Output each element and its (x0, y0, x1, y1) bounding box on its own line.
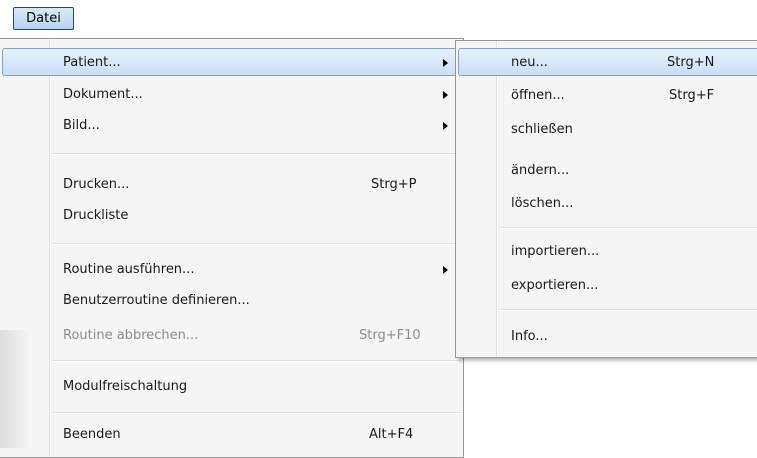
menu-item-modulfreischaltung[interactable]: Modulfreischaltung (2, 372, 461, 400)
menu-item-druckliste[interactable]: Druckliste (2, 201, 461, 229)
menu-separator (52, 412, 461, 414)
menu-bar: Datei (0, 0, 757, 40)
submenu-arrow-icon (443, 266, 448, 274)
menu-item-beenden-shortcut: Alt+F4 (369, 427, 414, 442)
submenu-item-oeffnen-label: öffnen... (511, 88, 565, 103)
submenu-arrow-icon (443, 122, 448, 130)
menu-item-drucken-label: Drucken... (63, 177, 130, 192)
submenu-item-exportieren-label: exportieren... (511, 278, 599, 293)
menu-item-routine-abbrechen-label: Routine abbrechen... (63, 328, 199, 343)
submenu-item-exportieren[interactable]: exportieren... (458, 271, 757, 299)
submenu-item-loeschen[interactable]: löschen... (458, 189, 757, 217)
submenu-item-neu-label: neu... (511, 55, 548, 70)
shadow-fade (0, 330, 30, 448)
patient-submenu: neu... Strg+N öffnen... Strg+F schließen… (455, 40, 757, 358)
submenu-item-schliessen[interactable]: schließen (458, 115, 757, 143)
menu-datei[interactable]: Datei (13, 7, 74, 30)
submenu-item-info[interactable]: Info... (458, 322, 757, 350)
submenu-item-schliessen-label: schließen (511, 122, 573, 137)
submenu-item-neu[interactable]: neu... Strg+N (458, 48, 757, 76)
submenu-item-oeffnen[interactable]: öffnen... Strg+F (458, 81, 757, 109)
menu-item-patient[interactable]: Patient... (2, 48, 461, 76)
menu-item-benutzerroutine[interactable]: Benutzerroutine definieren... (2, 286, 461, 314)
menu-separator (52, 153, 461, 155)
menu-separator (52, 360, 461, 362)
submenu-item-importieren[interactable]: importieren... (458, 237, 757, 265)
submenu-arrow-icon (443, 91, 448, 99)
menu-item-benutzerroutine-label: Benutzerroutine definieren... (63, 293, 250, 308)
menu-item-bild[interactable]: Bild... (2, 111, 461, 139)
submenu-arrow-icon (443, 59, 448, 67)
menu-item-drucken[interactable]: Drucken... Strg+P (2, 170, 461, 198)
submenu-item-oeffnen-shortcut: Strg+F (669, 88, 715, 103)
menu-item-routine-abbrechen-shortcut: Strg+F10 (359, 328, 421, 343)
submenu-item-aendern-label: ändern... (511, 163, 570, 178)
submenu-item-aendern[interactable]: ändern... (458, 156, 757, 184)
menu-item-routine-abbrechen: Routine abbrechen... Strg+F10 (2, 321, 461, 349)
menu-item-routine-ausfuehren-label: Routine ausführen... (63, 262, 195, 277)
submenu-separator (500, 309, 757, 311)
menu-item-routine-ausfuehren[interactable]: Routine ausführen... (2, 255, 461, 283)
menu-item-drucken-shortcut: Strg+P (371, 177, 417, 192)
submenu-separator (500, 227, 757, 229)
menu-item-dokument[interactable]: Dokument... (2, 80, 461, 108)
menu-item-modulfreischaltung-label: Modulfreischaltung (63, 379, 188, 394)
datei-dropdown-menu: Patient... Dokument... Bild... Drucken..… (0, 38, 464, 458)
submenu-item-neu-shortcut: Strg+N (667, 55, 715, 70)
menu-item-dokument-label: Dokument... (63, 87, 143, 102)
menu-item-druckliste-label: Druckliste (63, 208, 129, 223)
menu-item-beenden-label: Beenden (63, 427, 121, 442)
menu-item-patient-label: Patient... (63, 55, 121, 70)
menu-item-bild-label: Bild... (63, 118, 100, 133)
menu-item-beenden[interactable]: Beenden Alt+F4 (2, 420, 461, 448)
submenu-item-loeschen-label: löschen... (511, 196, 574, 211)
menu-datei-label: Datei (26, 11, 61, 26)
submenu-item-importieren-label: importieren... (511, 244, 600, 259)
submenu-item-info-label: Info... (511, 329, 548, 344)
menu-separator (52, 243, 461, 245)
